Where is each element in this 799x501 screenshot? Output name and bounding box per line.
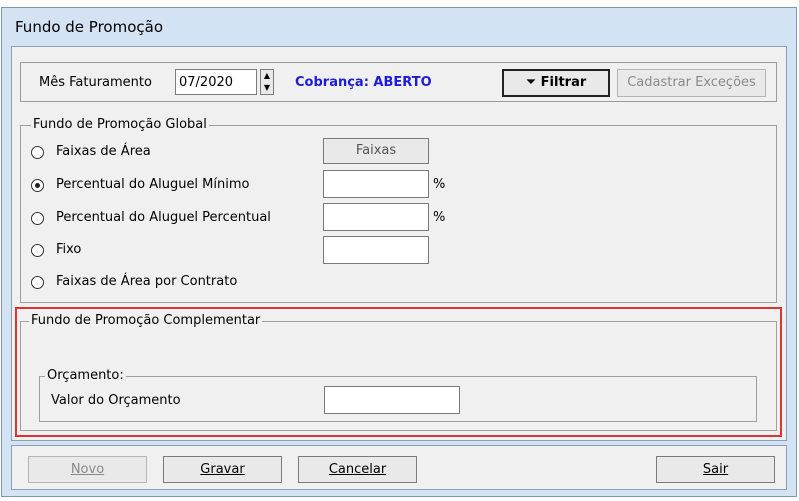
spin-up-icon[interactable]: ▲: [261, 70, 273, 82]
orcamento-group: Orçamento: Valor do Orçamento: [39, 368, 757, 422]
title-bar[interactable]: Fundo de Promoção: [2, 8, 796, 46]
window-title: Fundo de Promoção: [15, 18, 164, 36]
main-panel: Mês Faturamento ▲ ▼ Cobrança: ABERTO ⏷ F…: [11, 46, 787, 441]
filter-button[interactable]: ⏷ Filtrar: [502, 69, 610, 97]
percent-sign: %: [433, 210, 446, 225]
valor-orcamento-input[interactable]: [324, 386, 460, 414]
radio-selected-dot: [35, 183, 40, 188]
filter-bar: Mês Faturamento ▲ ▼ Cobrança: ABERTO ⏷ F…: [20, 62, 777, 102]
percentual-percentual-input[interactable]: [323, 203, 429, 231]
novo-button[interactable]: Novo: [28, 456, 147, 483]
radio-fixo[interactable]: [31, 244, 44, 257]
radio-label-faixas-contrato[interactable]: Faixas de Área por Contrato: [56, 274, 237, 289]
orcamento-legend: Orçamento:: [45, 368, 126, 383]
cancelar-button[interactable]: Cancelar: [298, 456, 417, 483]
global-fund-legend: Fundo de Promoção Global: [31, 117, 209, 132]
fixo-input[interactable]: [323, 236, 429, 264]
radio-percentual-minimo[interactable]: [31, 179, 44, 192]
gravar-button[interactable]: Gravar: [163, 456, 282, 483]
percentual-minimo-input[interactable]: [323, 170, 429, 198]
valor-orcamento-label: Valor do Orçamento: [51, 393, 181, 408]
billing-status: Cobrança: ABERTO: [295, 75, 432, 90]
sair-button[interactable]: Sair: [656, 456, 775, 483]
global-fund-group: Fundo de Promoção Global Faixas de Área …: [20, 117, 777, 303]
radio-label-faixas-area[interactable]: Faixas de Área: [56, 144, 151, 159]
percent-sign: %: [433, 177, 446, 192]
faixas-button[interactable]: Faixas: [323, 138, 429, 164]
action-bar: Novo Gravar Cancelar Sair: [11, 445, 787, 490]
radio-label-percentual-minimo[interactable]: Percentual do Aluguel Mínimo: [56, 177, 249, 192]
radio-label-fixo[interactable]: Fixo: [56, 242, 81, 257]
month-spinner[interactable]: ▲ ▼: [260, 69, 274, 95]
radio-percentual-percentual[interactable]: [31, 212, 44, 225]
radio-label-percentual-percentual[interactable]: Percentual do Aluguel Percentual: [56, 210, 271, 225]
radio-faixas-contrato[interactable]: [31, 276, 44, 289]
register-exceptions-button[interactable]: Cadastrar Exceções: [617, 69, 766, 97]
month-input[interactable]: [175, 69, 257, 95]
complementar-fund-group: Fundo de Promoção Complementar Orçamento…: [20, 313, 777, 431]
month-label: Mês Faturamento: [39, 75, 152, 90]
spin-down-icon[interactable]: ▼: [261, 82, 273, 94]
complementar-legend: Fundo de Promoção Complementar: [29, 313, 263, 328]
radio-faixas-area[interactable]: [31, 146, 44, 159]
funnel-icon: ⏷: [525, 75, 537, 90]
window: Fundo de Promoção Mês Faturamento ▲ ▼ Co…: [1, 7, 797, 497]
